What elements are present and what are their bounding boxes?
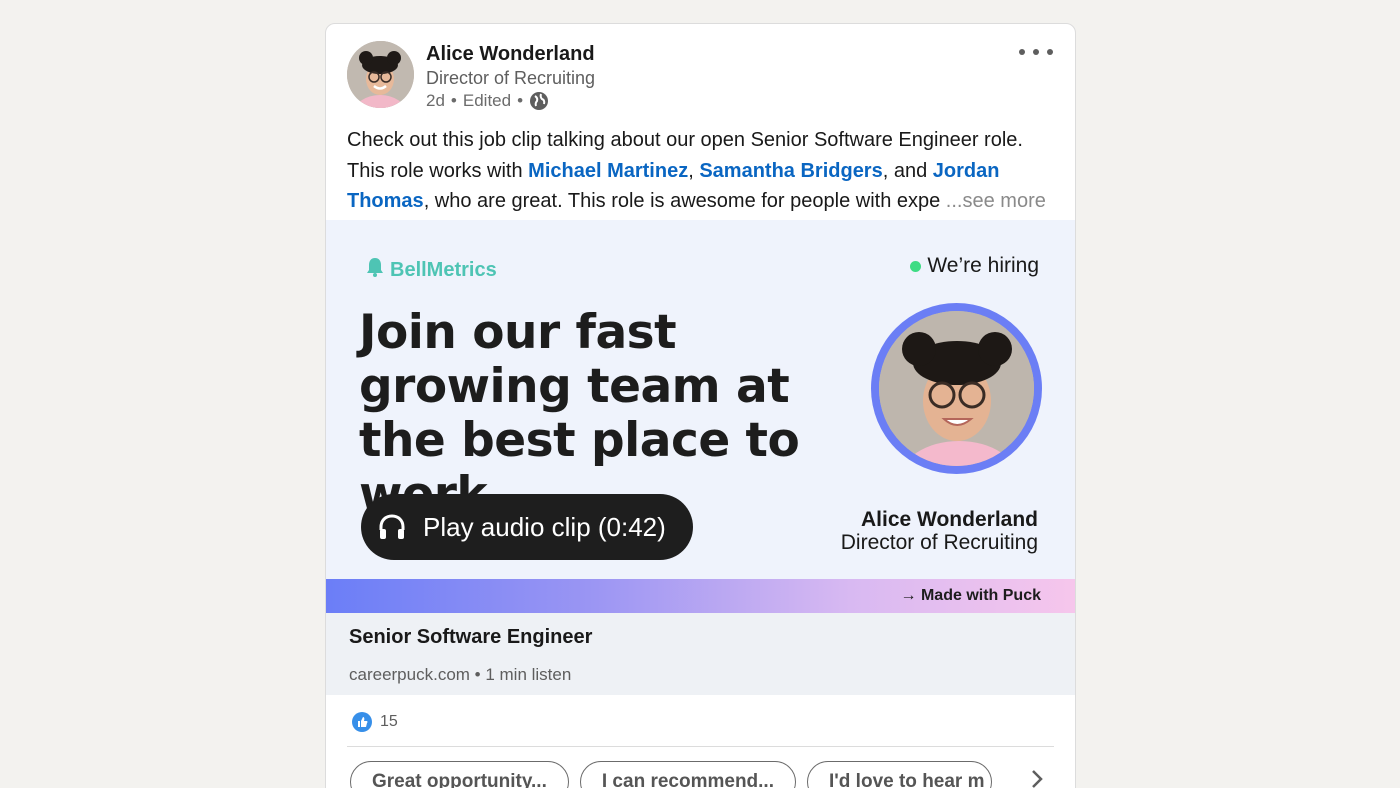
dot-icon xyxy=(1019,49,1025,55)
post-meta: 2d • Edited • xyxy=(426,91,549,111)
chevron-right-icon[interactable] xyxy=(1030,768,1044,788)
dot-icon xyxy=(1047,49,1053,55)
post-text-part: , xyxy=(688,159,700,182)
speaker-avatar xyxy=(871,303,1042,474)
dot-icon xyxy=(1033,49,1039,55)
author-avatar[interactable] xyxy=(347,41,414,108)
more-options-button[interactable] xyxy=(1019,42,1053,62)
link-meta: careerpuck.com • 1 min listen xyxy=(349,665,572,684)
job-clip-card[interactable]: BellMetrics We’re hiring Join our fast g… xyxy=(326,220,1075,579)
divider xyxy=(347,746,1054,747)
meta-separator: • xyxy=(450,91,457,110)
mention-link[interactable]: Michael Martinez xyxy=(528,160,688,182)
clip-headline: Join our fast growing team at the best p… xyxy=(359,305,800,522)
hiring-label: We’re hiring xyxy=(927,254,1039,277)
edited-label: Edited xyxy=(462,91,512,110)
status-dot-icon xyxy=(910,260,922,272)
suggestion-chip[interactable]: Great opportunity... xyxy=(350,761,569,788)
post-text-part: , and xyxy=(882,159,933,182)
post-header: Alice Wonderland Director of Recruiting … xyxy=(326,24,1075,134)
hiring-badge: We’re hiring xyxy=(910,254,1039,278)
made-with-puck-banner[interactable]: → Made with Puck xyxy=(326,579,1075,613)
brand-name: BellMetrics xyxy=(390,258,497,281)
reactions-summary[interactable]: 15 xyxy=(352,712,398,732)
post-body: Check out this job clip talking about ou… xyxy=(347,125,1047,217)
author-name[interactable]: Alice Wonderland xyxy=(426,43,595,66)
globe-icon xyxy=(529,91,549,111)
reaction-count: 15 xyxy=(380,713,398,730)
post-time: 2d xyxy=(426,91,445,110)
bell-icon xyxy=(366,257,384,283)
mention-link[interactable]: Samantha Bridgers xyxy=(699,160,882,182)
like-icon xyxy=(352,712,372,732)
speaker-title: Director of Recruiting xyxy=(840,531,1038,554)
meta-separator: • xyxy=(517,91,524,110)
brand-logo: BellMetrics xyxy=(366,257,497,283)
post-text-part: , who are great. This role is awesome fo… xyxy=(423,190,941,212)
speaker-name: Alice Wonderland xyxy=(861,508,1038,531)
see-more-link[interactable]: ...see more xyxy=(940,190,1046,212)
link-preview[interactable]: Senior Software Engineer careerpuck.com … xyxy=(326,613,1075,695)
play-audio-label: Play audio clip (0:42) xyxy=(423,511,666,542)
made-with-label[interactable]: → Made with Puck xyxy=(901,587,1041,605)
author-title: Director of Recruiting xyxy=(426,68,596,88)
play-audio-button[interactable]: Play audio clip (0:42) xyxy=(361,494,693,560)
suggestion-chip[interactable]: I'd love to hear m xyxy=(807,761,992,788)
suggestion-chip[interactable]: I can recommend... xyxy=(579,761,796,788)
comment-suggestions: Great opportunity... I can recommend... … xyxy=(350,761,992,788)
speaker-photo xyxy=(879,311,1034,466)
headphones-icon xyxy=(377,512,407,542)
post-card: Alice Wonderland Director of Recruiting … xyxy=(325,23,1076,788)
link-title[interactable]: Senior Software Engineer xyxy=(349,626,592,649)
